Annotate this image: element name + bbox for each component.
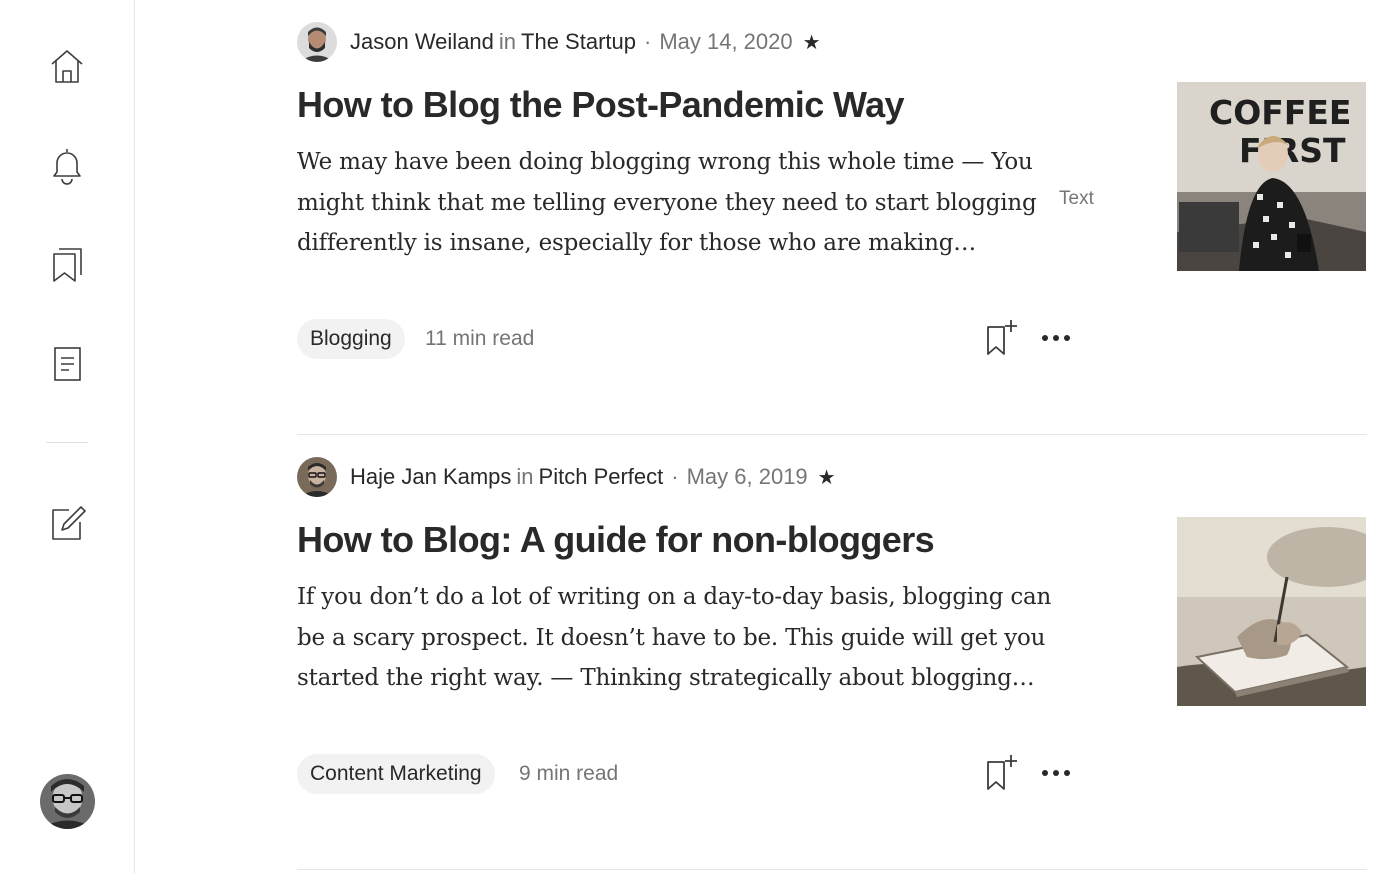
- left-sidebar: [0, 0, 135, 874]
- topic-tag[interactable]: Content Marketing: [297, 754, 495, 794]
- user-avatar[interactable]: [40, 774, 95, 829]
- author-name[interactable]: Haje Jan Kamps: [350, 464, 511, 490]
- publish-date: May 14, 2020: [659, 29, 793, 54]
- more-options-icon[interactable]: [1040, 761, 1072, 785]
- thumbnail-text-2: FIRST: [1239, 131, 1346, 170]
- article-card: Haje Jan Kamps in Pitch Perfect · May 6,…: [297, 435, 1367, 870]
- publication-name[interactable]: Pitch Perfect: [539, 464, 664, 490]
- author-name[interactable]: Jason Weiland: [350, 29, 494, 55]
- document-icon[interactable]: [47, 344, 87, 384]
- in-label: in: [516, 464, 534, 489]
- article-meta: Jason Weiland in The Startup · May 14, 2…: [297, 22, 821, 62]
- in-label: in: [498, 29, 517, 54]
- bookmarks-icon[interactable]: [47, 245, 87, 285]
- meta-separator: ·: [643, 29, 652, 54]
- star-icon: ★: [817, 466, 836, 489]
- article-divider: [297, 869, 1367, 870]
- article-title[interactable]: How to Blog: A guide for non-bloggers: [297, 519, 1157, 561]
- article-title[interactable]: How to Blog the Post-Pandemic Way: [297, 84, 1157, 126]
- star-icon: ★: [802, 31, 821, 54]
- publish-date: May 6, 2019: [686, 464, 808, 489]
- read-time: 11 min read: [425, 327, 535, 350]
- publication-name[interactable]: The Startup: [521, 29, 636, 55]
- article-excerpt[interactable]: If you don’t do a lot of writing on a da…: [297, 577, 1072, 699]
- author-avatar[interactable]: [297, 457, 337, 497]
- article-thumbnail[interactable]: [1177, 517, 1366, 706]
- bookmark-add-icon[interactable]: [984, 318, 1020, 356]
- bell-icon[interactable]: [47, 145, 87, 185]
- sidebar-divider: [46, 442, 88, 443]
- article-meta: Haje Jan Kamps in Pitch Perfect · May 6,…: [297, 457, 836, 497]
- meta-separator: ·: [671, 464, 679, 489]
- topic-tag[interactable]: Blogging: [297, 319, 405, 359]
- article-excerpt[interactable]: We may have been doing blogging wrong th…: [297, 142, 1067, 264]
- article-card: Jason Weiland in The Startup · May 14, 2…: [297, 0, 1367, 435]
- pencil-square-icon[interactable]: [47, 503, 87, 543]
- bookmark-add-icon[interactable]: [984, 753, 1020, 791]
- text-label: Text: [1059, 188, 1094, 209]
- home-icon[interactable]: [47, 46, 87, 86]
- read-time: 9 min read: [519, 762, 619, 785]
- thumbnail-text-1: COFFEE: [1209, 93, 1351, 132]
- article-thumbnail[interactable]: COFFEE FIRST: [1177, 82, 1366, 271]
- more-options-icon[interactable]: [1040, 326, 1072, 350]
- author-avatar[interactable]: [297, 22, 337, 62]
